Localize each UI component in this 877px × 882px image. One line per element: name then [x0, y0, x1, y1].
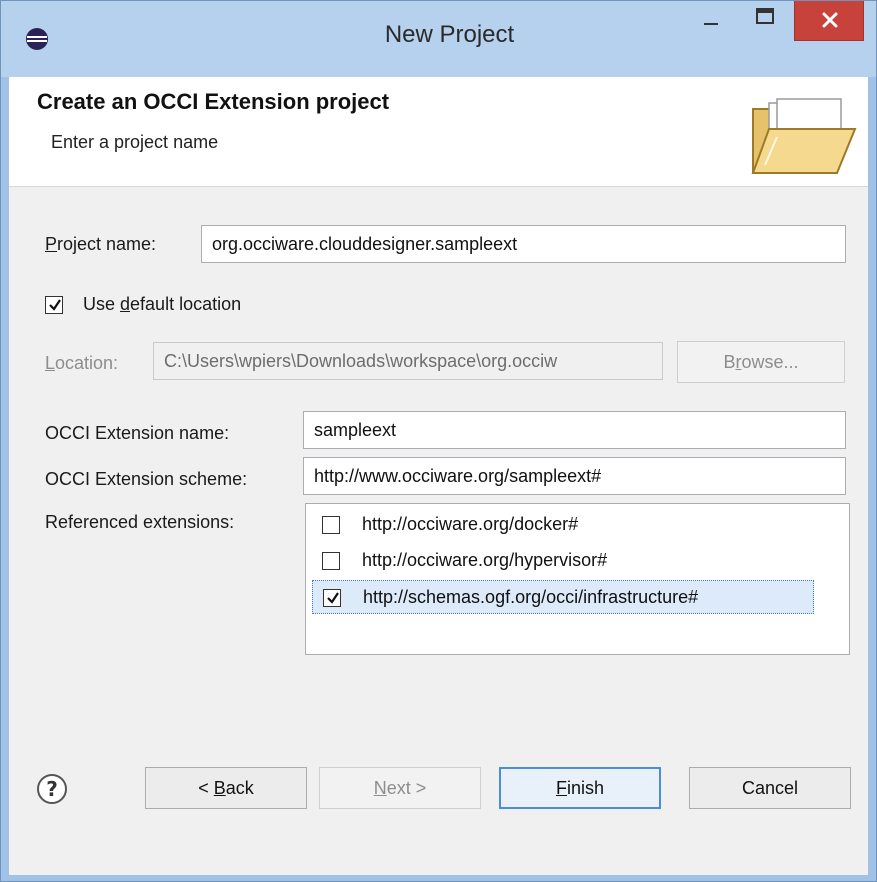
browse-button[interactable]: Browse... — [677, 341, 845, 383]
checkmark-icon — [327, 592, 339, 604]
referenced-extensions-list[interactable]: http://occiware.org/docker# http://occiw… — [305, 503, 850, 655]
extension-checkbox[interactable] — [322, 516, 340, 534]
maximize-icon — [756, 8, 774, 24]
dialog-client: Create an OCCI Extension project Enter a… — [9, 77, 868, 875]
list-item[interactable]: http://occiware.org/hypervisor# — [312, 544, 814, 578]
svg-text:?: ? — [46, 777, 58, 801]
close-icon — [822, 12, 838, 28]
project-name-label: Project name: — [45, 234, 157, 254]
extension-scheme-input[interactable]: http://www.occiware.org/sampleext# — [303, 457, 846, 495]
location-label: Location: — [45, 353, 119, 373]
cancel-button[interactable]: Cancel — [689, 767, 851, 809]
close-button[interactable] — [794, 1, 864, 41]
use-default-location-checkbox[interactable] — [45, 296, 63, 314]
use-default-location-label: Use default location — [83, 294, 242, 314]
minimize-icon — [704, 23, 718, 25]
extension-label: http://schemas.ogf.org/occi/infrastructu… — [363, 587, 699, 607]
wizard-header: Create an OCCI Extension project Enter a… — [9, 77, 868, 187]
list-item-selected[interactable]: http://schemas.ogf.org/occi/infrastructu… — [312, 580, 814, 614]
extension-name-label: OCCI Extension name: — [45, 423, 230, 443]
project-name-input[interactable]: org.occiware.clouddesigner.sampleext — [201, 225, 846, 263]
extension-checkbox[interactable] — [323, 589, 341, 607]
new-project-window: New Project Create an OCCI Extension pro… — [0, 0, 877, 882]
location-input[interactable]: C:\Users\wpiers\Downloads\workspace\org.… — [153, 342, 663, 380]
list-item[interactable]: http://occiware.org/docker# — [312, 508, 814, 542]
finish-button[interactable]: Finish — [499, 767, 661, 809]
title-bar[interactable]: New Project — [1, 1, 876, 77]
minimize-button[interactable] — [691, 1, 731, 41]
next-button[interactable]: Next > — [319, 767, 481, 809]
extension-checkbox[interactable] — [322, 552, 340, 570]
referenced-extensions-label: Referenced extensions: — [45, 512, 235, 532]
back-button[interactable]: < Back — [145, 767, 307, 809]
extension-scheme-label: OCCI Extension scheme: — [45, 469, 248, 489]
wizard-title: Create an OCCI Extension project — [37, 89, 390, 114]
project-name-label-text: roject name: — [57, 234, 157, 254]
help-icon[interactable]: ? — [36, 773, 68, 805]
open-folder-icon — [751, 98, 857, 174]
extension-label: http://occiware.org/docker# — [362, 514, 579, 534]
checkmark-icon — [49, 299, 61, 311]
extension-label: http://occiware.org/hypervisor# — [362, 550, 608, 570]
wizard-subtitle: Enter a project name — [51, 132, 219, 152]
maximize-button[interactable] — [743, 1, 787, 41]
extension-name-input[interactable]: sampleext — [303, 411, 846, 449]
